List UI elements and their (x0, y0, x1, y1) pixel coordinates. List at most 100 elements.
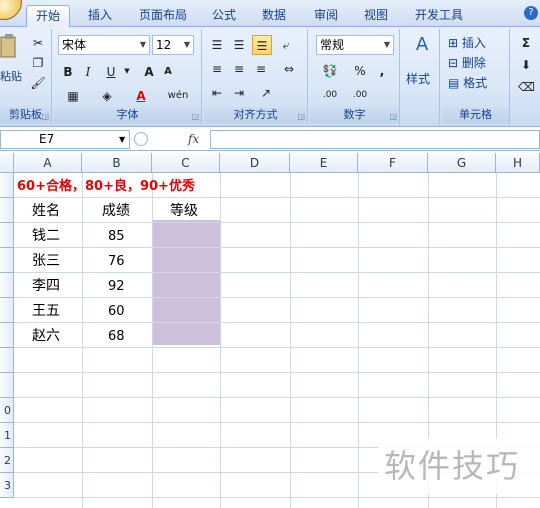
orientation-icon[interactable]: ↗ (254, 83, 278, 103)
column-header[interactable]: D (220, 153, 290, 173)
header-name-cell[interactable]: 姓名 (32, 199, 60, 224)
row-header[interactable] (0, 198, 14, 223)
fill-color-icon[interactable]: ◈ (94, 85, 120, 105)
italic-button[interactable]: I (80, 61, 96, 81)
decrease-decimal-button[interactable]: .00 (346, 85, 374, 105)
column-header[interactable]: B (82, 153, 152, 173)
clear-icon[interactable]: ⌫ (518, 77, 535, 97)
phonetic-button[interactable]: wén (162, 85, 194, 105)
bold-button[interactable]: B (60, 61, 76, 81)
name-cell[interactable]: 钱二 (32, 224, 60, 249)
insert-cells-button[interactable]: ⊞ 插入 (448, 33, 486, 53)
copy-icon[interactable]: ❐ (30, 53, 46, 73)
column-header[interactable]: C (152, 153, 220, 173)
chevron-down-icon[interactable]: ▼ (119, 131, 125, 148)
alignment-launcher-icon[interactable]: ◲ (297, 112, 305, 121)
row-header[interactable] (0, 223, 14, 248)
align-middle-icon[interactable]: ☰ (230, 35, 248, 55)
score-cell[interactable]: 92 (108, 274, 125, 299)
name-cell[interactable]: 王五 (32, 299, 60, 324)
name-cell[interactable]: 赵六 (32, 324, 60, 349)
align-top-icon[interactable]: ☰ (208, 35, 226, 55)
header-score-cell[interactable]: 成绩 (102, 199, 130, 224)
row-header[interactable] (0, 298, 14, 323)
row-header[interactable] (0, 248, 14, 273)
paste-button-label[interactable]: 粘贴 (0, 67, 22, 87)
row-header[interactable] (0, 348, 14, 373)
currency-icon[interactable]: 💱 (316, 61, 344, 81)
select-all-corner[interactable] (0, 153, 14, 173)
tab-view[interactable]: 视图 (358, 5, 394, 27)
row-header[interactable]: 2 (0, 448, 14, 473)
row-header[interactable]: 0 (0, 398, 14, 423)
row-header[interactable] (0, 373, 14, 398)
align-center-icon[interactable]: ≡ (230, 59, 248, 79)
name-cell[interactable]: 张三 (32, 249, 60, 274)
score-cell[interactable]: 68 (108, 324, 125, 349)
column-header[interactable]: A (14, 153, 82, 173)
cut-icon[interactable]: ✂ (30, 33, 46, 53)
grading-rule-note[interactable]: 60+合格，80+良，90+优秀 (17, 174, 195, 199)
score-cell[interactable]: 85 (108, 224, 125, 249)
header-grade-cell[interactable]: 等级 (170, 199, 198, 224)
wrap-text-icon[interactable]: ⤶ (276, 35, 296, 55)
clipboard-launcher-icon[interactable]: ◲ (41, 112, 49, 121)
styles-icon[interactable]: A (410, 35, 434, 61)
underline-dropdown-icon[interactable]: ▼ (122, 61, 132, 81)
office-button[interactable] (0, 0, 22, 20)
increase-decimal-button[interactable]: .00 (316, 85, 344, 105)
gridline (14, 347, 540, 348)
number-launcher-icon[interactable]: ◲ (389, 112, 397, 121)
font-size-select[interactable]: 12 ▼ (152, 35, 194, 55)
fx-icon[interactable]: fx (188, 130, 199, 149)
help-icon[interactable]: ? (524, 6, 538, 20)
column-header[interactable]: G (428, 153, 496, 173)
align-right-icon[interactable]: ≡ (252, 59, 270, 79)
row-header[interactable] (0, 173, 14, 198)
grade-column-highlight[interactable] (152, 220, 220, 345)
font-launcher-icon[interactable]: ◲ (191, 112, 199, 121)
tab-formulas[interactable]: 公式 (206, 5, 242, 27)
tab-home[interactable]: 开始 (26, 5, 70, 27)
underline-button[interactable]: U (102, 61, 120, 81)
merge-center-icon[interactable]: ⇔ (276, 59, 302, 79)
paste-icon[interactable] (0, 31, 18, 71)
tab-developer[interactable]: 开发工具 (408, 5, 470, 27)
comma-button[interactable]: , (374, 61, 390, 81)
score-cell[interactable]: 76 (108, 249, 125, 274)
delete-cells-button[interactable]: ⊟ 删除 (448, 53, 486, 73)
format-painter-icon[interactable]: 🖌 (30, 73, 46, 93)
tab-page-layout[interactable]: 页面布局 (132, 5, 194, 27)
column-header[interactable]: F (358, 153, 428, 173)
formula-expand-icon[interactable] (134, 132, 148, 146)
percent-button[interactable]: % (352, 61, 368, 81)
tab-review[interactable]: 审阅 (308, 5, 344, 27)
shrink-font-button[interactable]: A (160, 61, 176, 81)
decrease-indent-icon[interactable]: ⇤ (208, 83, 226, 103)
score-cell[interactable]: 60 (108, 299, 125, 324)
align-bottom-icon[interactable]: ☰ (252, 35, 272, 55)
fill-icon[interactable]: ⬇ (518, 55, 534, 75)
font-color-icon[interactable]: A (128, 85, 154, 105)
tab-insert[interactable]: 插入 (80, 5, 120, 27)
name-cell[interactable]: 李四 (32, 274, 60, 299)
ribbon: 粘贴 ✂ ❐ 🖌 剪贴板 ◲ 宋体 ▼ 12 ▼ B I U ▼ A A ▦ ◈… (0, 27, 540, 127)
name-box[interactable]: E7 ▼ (0, 130, 130, 149)
tab-data[interactable]: 数据 (256, 5, 292, 27)
align-left-icon[interactable]: ≡ (208, 59, 226, 79)
format-cells-button[interactable]: ▤ 格式 (448, 73, 487, 93)
column-header[interactable]: H (496, 153, 540, 173)
number-format-select[interactable]: 常规 ▼ (316, 35, 394, 55)
row-header[interactable]: 3 (0, 473, 14, 498)
styles-button-label[interactable]: 样式 (406, 69, 430, 89)
row-header[interactable] (0, 323, 14, 348)
row-header[interactable] (0, 273, 14, 298)
formula-input[interactable] (210, 130, 540, 149)
borders-icon[interactable]: ▦ (60, 85, 86, 105)
font-name-select[interactable]: 宋体 ▼ (58, 35, 150, 55)
autosum-button[interactable]: Σ (518, 33, 534, 53)
column-header[interactable]: E (290, 153, 358, 173)
row-header[interactable]: 1 (0, 423, 14, 448)
increase-indent-icon[interactable]: ⇥ (230, 83, 248, 103)
grow-font-button[interactable]: A (140, 61, 158, 81)
